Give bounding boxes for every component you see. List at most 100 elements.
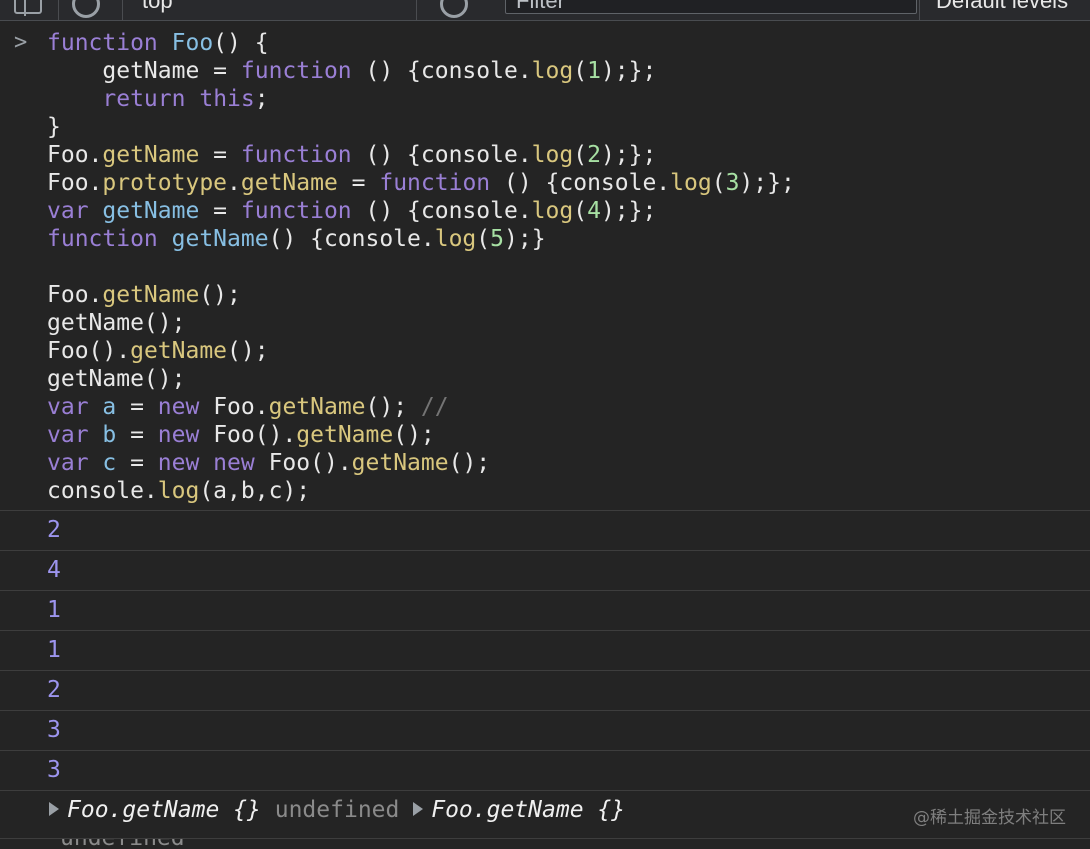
code-token: getName [102,142,200,168]
code-token: new [157,422,200,448]
code-token: );}; [600,142,657,168]
code-token: 4 [587,198,601,224]
code-token: . [227,170,241,196]
code-token: = [116,422,158,448]
code-line: getName(); [47,309,795,337]
code-token: (); [365,394,421,420]
log-output-row: Foo.getName {} undefined Foo.getName {} … [0,790,1090,838]
code-line: return this; [47,85,795,113]
code-token: Foo. [199,394,269,420]
code-token: new new [157,450,255,476]
code-token: = [116,450,158,476]
output-row: 4 [0,550,1090,590]
code-token: Foo. [47,142,103,168]
code-line: Foo().getName(); [47,337,795,365]
code-line: Foo.getName(); [47,281,795,309]
context-selector[interactable]: top [142,0,173,14]
code-token: = [199,198,241,224]
clear-console-icon[interactable] [72,0,100,18]
code-token: var [47,198,103,224]
code-line: console.log(a,b,c); [47,477,795,505]
code-token: b [102,422,117,448]
watermark: @稀土掘金技术社区 [913,808,1066,828]
code-token: Foo(). [47,338,131,364]
code-token: getName [102,282,200,308]
code-token: return [102,86,186,112]
object-preview-c[interactable]: Foo.getName {} [431,797,625,823]
output-value: 4 [47,557,61,583]
code-token: );} [504,226,546,252]
code-line: function Foo() { [47,29,795,57]
code-token: = [199,142,241,168]
output-value: 1 [47,597,61,623]
code-line: var a = new Foo.getName(); // [47,393,795,421]
code-token: function [240,142,352,168]
return-value-row: undefined [0,838,1090,849]
code-token: () { [213,30,269,56]
output-value: 2 [47,677,61,703]
code-token: } [47,114,61,140]
output-row: 1 [0,630,1090,670]
code-token: prototype [102,170,228,196]
code-token: getName [351,450,449,476]
code-token: ; [254,86,269,112]
code-token: 5 [490,226,504,252]
code-token: getName [268,394,366,420]
code-line: Foo.prototype.getName = function () {con… [47,169,795,197]
input-prompt-icon: > [14,30,28,55]
code-token: ( [711,170,726,196]
code-token: () {console. [351,142,532,168]
output-row: 2 [0,510,1090,550]
toolbar-divider [122,0,123,20]
output-row: 1 [0,590,1090,630]
code-line: var c = new new Foo().getName(); [47,449,795,477]
code-token: function [240,198,352,224]
code-token: var [47,394,103,420]
code-token: getName(); [47,310,186,336]
output-row: 2 [0,670,1090,710]
code-token: function [47,226,172,252]
code-token: Foo [171,30,214,56]
live-expression-icon[interactable] [440,0,468,18]
code-token: var [47,450,103,476]
code-token: ( [476,226,491,252]
output-value: 1 [47,637,61,663]
filter-input[interactable]: Filter [505,0,917,14]
code-token: = [337,170,380,196]
code-token: ( [573,198,588,224]
code-token: );}; [739,170,795,196]
code-token: log [434,226,477,252]
code-token: function [379,170,491,196]
code-token: // [420,394,449,420]
code-token: a [102,394,117,420]
code-token: getName [130,338,228,364]
code-line: getName(); [47,365,795,393]
code-token: getName = [47,58,241,84]
expand-triangle-icon[interactable] [49,802,59,816]
toolbar-divider [919,0,920,20]
code-token: ( [573,58,588,84]
code-token: getName [102,198,200,224]
output-value: 3 [47,757,61,783]
code-token: var [47,422,103,448]
code-line: var b = new Foo().getName(); [47,421,795,449]
code-token: log [531,58,574,84]
code-token: () {console. [490,170,671,196]
code-token: getName [171,226,269,252]
sidebar-toggle-icon[interactable] [14,0,42,16]
output-row: 3 [0,750,1090,790]
code-token: Foo(). [199,422,297,448]
output-value: 2 [47,517,61,543]
expand-triangle-icon[interactable] [413,802,424,816]
object-preview-a[interactable]: Foo.getName {} [67,797,261,823]
code-token: c [102,450,117,476]
code-line: Foo.getName = function () {console.log(2… [47,141,795,169]
code-token: Foo. [47,282,103,308]
code-token: getName [296,422,394,448]
code-token: () {console. [351,198,532,224]
log-levels-dropdown[interactable]: Default levels [936,0,1068,14]
console-toolbar: top Filter Default levels [0,0,1090,21]
code-token: log [670,170,712,196]
output-row: 3 [0,710,1090,750]
